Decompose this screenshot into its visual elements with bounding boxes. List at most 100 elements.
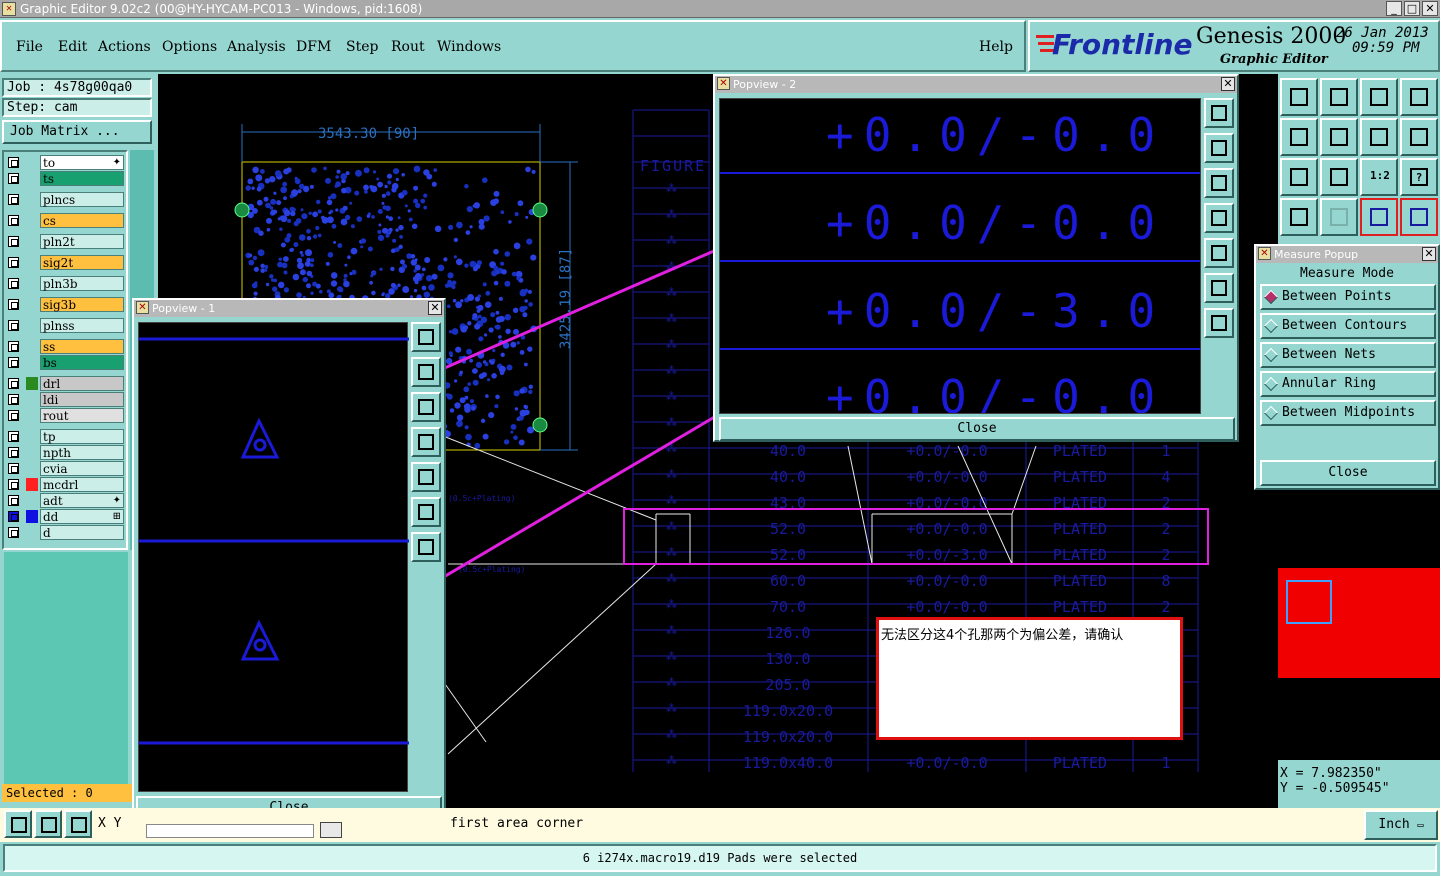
measure-option-between-nets[interactable]: Between Nets [1260, 342, 1436, 368]
layer-row-rout[interactable]: rout [8, 408, 124, 423]
measure-close-button[interactable]: Close [1260, 460, 1436, 486]
layer-name[interactable]: sig2t [40, 255, 124, 270]
popview-2-close-button[interactable]: Close [719, 417, 1235, 441]
menu-step[interactable]: Step [346, 39, 378, 55]
tool-help[interactable]: ? [1400, 158, 1438, 196]
popview-1-titlebar[interactable]: ✕ Popview - 1 ✕ [134, 300, 444, 317]
layer-name[interactable]: mcdrl [40, 477, 124, 492]
measure-option-between-points[interactable]: Between Points [1260, 284, 1436, 310]
layer-checkbox[interactable] [8, 299, 19, 310]
layer-row-ts[interactable]: ts [8, 171, 124, 186]
tool-grid[interactable] [1320, 198, 1358, 236]
layer-row-pln3b[interactable]: pln3b [8, 276, 124, 291]
layer-checkbox[interactable] [8, 194, 19, 205]
layer-name[interactable]: rout [40, 408, 124, 423]
units-selector[interactable]: Inch ▭ [1364, 810, 1438, 840]
app-icon[interactable]: ✕ [2, 2, 16, 16]
popview-2-zoom-out-button[interactable] [1204, 308, 1234, 338]
layer-checkbox[interactable] [8, 527, 19, 538]
layer-name[interactable]: d [40, 525, 124, 540]
layer-checkbox[interactable] [8, 278, 19, 289]
layer-row-adt[interactable]: adt ✦ [8, 493, 124, 508]
popview-1-canvas[interactable] [138, 322, 409, 792]
layer-row-ldi[interactable]: ldi [8, 392, 124, 407]
layer-row-drl[interactable]: drl [8, 376, 124, 391]
popview-1-zoom-home-button[interactable] [411, 322, 441, 352]
measure-option-annular-ring[interactable]: Annular Ring [1260, 371, 1436, 397]
menu-analysis[interactable]: Analysis [227, 39, 286, 55]
layer-checkbox[interactable] [8, 236, 19, 247]
layer-row-sig2t[interactable]: sig2t [8, 255, 124, 270]
layer-row-npth[interactable]: npth [8, 445, 124, 460]
menu-file[interactable]: File [16, 39, 43, 55]
measure-option-between-midpoints[interactable]: Between Midpoints [1260, 400, 1436, 426]
layer-checkbox[interactable] [8, 157, 19, 168]
layer-name[interactable]: tp [40, 429, 124, 444]
tool-net-select[interactable] [1400, 198, 1438, 236]
layer-row-bs[interactable]: bs [8, 355, 124, 370]
popview-2-pan-up-button[interactable] [1204, 133, 1234, 163]
layer-name[interactable]: pln2t [40, 234, 124, 249]
overview-view-box[interactable] [1286, 580, 1332, 624]
layer-name[interactable]: sig3b [40, 297, 124, 312]
close-window-button[interactable]: ✕ [1422, 1, 1438, 16]
layer-row-cvia[interactable]: cvia [8, 461, 124, 476]
tool-zoom-fit[interactable] [1280, 158, 1318, 196]
popview-1-zoom-out-button[interactable] [411, 532, 441, 562]
layer-name[interactable]: cs [40, 213, 124, 228]
tool-scale-1-2[interactable]: 1:2 [1360, 158, 1398, 196]
xy-apply-button[interactable] [320, 822, 342, 838]
layer-row-d[interactable]: d [8, 525, 124, 540]
popview-2-pan-left-button[interactable] [1204, 203, 1234, 233]
popview-2-pan-right-button[interactable] [1204, 238, 1234, 268]
popview-2-titlebar[interactable]: ✕ Popview - 2 ✕ [715, 76, 1237, 93]
layer-checkbox[interactable] [8, 357, 19, 368]
tool-pan-down[interactable] [1320, 78, 1358, 116]
popview-1-pan-down-button[interactable] [411, 392, 441, 422]
status-tool-1[interactable] [4, 810, 32, 838]
tool-zoom-center[interactable] [1320, 158, 1358, 196]
layer-checkbox[interactable] [8, 378, 19, 389]
layer-row-to[interactable]: to ✦ [8, 155, 124, 170]
layer-name[interactable]: cvia [40, 461, 124, 476]
layer-name[interactable]: plnss [40, 318, 124, 333]
layer-row-ss[interactable]: ss [8, 339, 124, 354]
minimize-button[interactable]: _ [1386, 1, 1402, 16]
popview-1-pan-left-button[interactable] [411, 427, 441, 457]
layer-checkbox[interactable] [8, 447, 19, 458]
layer-row-plnss[interactable]: plnss [8, 318, 124, 333]
layer-checkbox[interactable] [8, 511, 19, 522]
layer-checkbox[interactable] [8, 479, 19, 490]
layer-name[interactable]: pln3b [40, 276, 124, 291]
layer-checkbox[interactable] [8, 410, 19, 421]
tool-window[interactable] [1400, 78, 1438, 116]
layer-row-dd[interactable]: dd ⊞ [8, 509, 124, 524]
status-tool-2[interactable] [34, 810, 62, 838]
overview-panel[interactable]: X = 7.982350" Y = -0.509545" [1278, 490, 1440, 808]
layer-checkbox[interactable] [8, 257, 19, 268]
layer-checkbox[interactable] [8, 495, 19, 506]
layer-row-sig3b[interactable]: sig3b [8, 297, 124, 312]
tool-net-highlight[interactable] [1360, 198, 1398, 236]
layer-name[interactable]: to ✦ [40, 155, 124, 170]
menu-help[interactable]: Help [979, 39, 1013, 55]
layer-name[interactable]: ss [40, 339, 124, 354]
layer-row-tp[interactable]: tp [8, 429, 124, 444]
measure-popup-titlebar[interactable]: ✕ Measure Popup ✕ [1256, 246, 1438, 263]
menu-rout[interactable]: Rout [391, 39, 425, 55]
menu-options[interactable]: Options [162, 39, 217, 55]
popview-1-pan-right-button[interactable] [411, 462, 441, 492]
layer-name[interactable]: ldi [40, 392, 124, 407]
measure-option-between-contours[interactable]: Between Contours [1260, 313, 1436, 339]
menu-dfm[interactable]: DFM [296, 39, 331, 55]
menu-windows[interactable]: Windows [437, 39, 501, 55]
layer-checkbox[interactable] [8, 394, 19, 405]
layer-row-cs[interactable]: cs [8, 213, 124, 228]
layer-row-mcdrl[interactable]: mcdrl [8, 477, 124, 492]
popview-1-zoom-in-button[interactable] [411, 497, 441, 527]
layer-checkbox[interactable] [8, 173, 19, 184]
popview-2-close-x[interactable]: ✕ [1221, 77, 1235, 91]
layer-row-pln2t[interactable]: pln2t [8, 234, 124, 249]
maximize-button[interactable]: □ [1404, 1, 1420, 16]
tool-pan-right[interactable] [1320, 118, 1358, 156]
